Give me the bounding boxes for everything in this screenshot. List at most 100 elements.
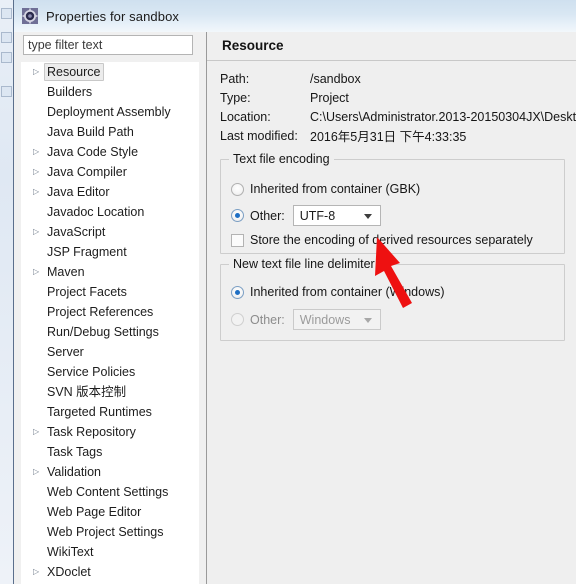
tree-item-label: Resource [44, 63, 104, 81]
tree-item[interactable]: Project References [21, 302, 199, 322]
tree-item[interactable]: Java Build Path [21, 122, 199, 142]
tree-item-label: Service Policies [47, 365, 136, 379]
text-file-encoding-title: Text file encoding [229, 152, 334, 166]
property-row: Location: C:\Users\Administrator.2013-201… [220, 107, 576, 126]
tree-item-label: JSP Fragment [47, 245, 127, 259]
property-key: Type: [220, 90, 251, 105]
expand-arrow-icon[interactable]: ▷ [33, 162, 44, 182]
tree-item[interactable]: Targeted Runtimes [21, 402, 199, 422]
tree-item-label: Project Facets [47, 285, 127, 299]
tree-item[interactable]: WikiText [21, 542, 199, 562]
delimiter-combobox[interactable]: Windows [292, 309, 381, 330]
delimiter-other-radio[interactable] [231, 313, 244, 326]
expand-arrow-icon[interactable]: ▷ [33, 142, 44, 162]
properties-dialog: Properties for sandbox ▷ResourceBuilders… [14, 0, 576, 584]
tree-item-label: Server [47, 345, 84, 359]
background-toolbar-icon-4 [1, 86, 12, 97]
expand-arrow-icon[interactable]: ▷ [33, 182, 44, 202]
tree-item-label: Validation [47, 465, 101, 479]
background-toolbar-icon-1 [1, 8, 12, 19]
tree-item-label: Task Repository [47, 425, 136, 439]
expand-arrow-icon[interactable]: ▷ [33, 222, 44, 242]
tree-item-label: Run/Debug Settings [47, 325, 159, 339]
tree-item-label: Java Code Style [47, 145, 139, 159]
property-value: C:\Users\Administrator.2013-20150304JX\D… [310, 109, 576, 124]
tree-item-label: Javadoc Location [47, 205, 145, 219]
tree-item-label: Web Content Settings [47, 485, 169, 499]
tree-item[interactable]: ▷ Java Editor [21, 182, 199, 202]
settings-tree[interactable]: ▷ Resource Builders Deployment Assembly Java… [21, 62, 199, 584]
background-app-strip [0, 0, 14, 584]
property-key: Path: [220, 71, 250, 86]
property-row: Type: Project [220, 88, 576, 107]
delimiter-other-option[interactable]: Other: Windows [231, 309, 381, 330]
tree-item-label: Builders [47, 85, 93, 99]
tree-item[interactable]: JSP Fragment [21, 242, 199, 262]
tree-item-label: Java Build Path [47, 125, 134, 139]
expand-arrow-icon[interactable]: ▷ [33, 422, 44, 442]
tree-item[interactable]: Builders [21, 82, 199, 102]
store-derived-resources-option[interactable]: Store the encoding of derived resources … [231, 233, 533, 247]
encoding-combobox[interactable]: UTF-8 [292, 205, 381, 226]
dialog-body: ▷ResourceBuildersDeployment AssemblyJava… [14, 32, 576, 584]
filter-input[interactable] [23, 35, 193, 55]
text-file-encoding-group: Text file encoding Inherited from contai… [220, 152, 565, 254]
encoding-combobox-value: UTF-8 [299, 208, 336, 223]
tree-item[interactable]: ▷ Task Repository [21, 422, 199, 442]
tree-item[interactable]: Task Tags [21, 442, 199, 462]
delimiter-inherited-label: Inherited from container (Windows) [250, 285, 445, 299]
tree-item[interactable]: ▷ JavaScript [21, 222, 199, 242]
tree-item-label: Maven [47, 265, 85, 279]
store-derived-resources-label: Store the encoding of derived resources … [250, 233, 533, 247]
tree-item[interactable]: ▷ Java Compiler [21, 162, 199, 182]
tree-item-label: Java Compiler [47, 165, 127, 179]
chevron-down-icon [363, 213, 372, 219]
page-title: Resource [222, 38, 284, 53]
tree-item[interactable]: Web Content Settings [21, 482, 199, 502]
tree-item[interactable]: Web Page Editor [21, 502, 199, 522]
properties-gear-icon [22, 8, 38, 24]
tree-item-label: Web Project Settings [47, 525, 164, 539]
screenshot-root: Properties for sandbox ▷ResourceBuilders… [0, 0, 576, 584]
tree-item[interactable]: Javadoc Location [21, 202, 199, 222]
expand-arrow-icon[interactable]: ▷ [33, 462, 44, 482]
delimiter-inherited-radio[interactable] [231, 285, 244, 299]
tree-item[interactable]: ▷ XDoclet [21, 562, 199, 582]
tree-item[interactable]: Project Facets [21, 282, 199, 302]
delimiter-combobox-value: Windows [299, 312, 351, 327]
tree-item[interactable]: ▷ Validation [21, 462, 199, 482]
tree-item-label: JavaScript [47, 225, 106, 239]
dialog-title: Properties for sandbox [46, 8, 179, 24]
encoding-inherited-option[interactable]: Inherited from container (GBK) [231, 182, 420, 196]
navigation-column: ▷ResourceBuildersDeployment AssemblyJava… [21, 32, 199, 584]
encoding-other-radio[interactable] [231, 209, 244, 222]
delimiter-inherited-option[interactable]: Inherited from container (Windows) [231, 285, 445, 299]
tree-item[interactable]: Web Project Settings [21, 522, 199, 542]
background-toolbar-icon-3 [1, 52, 12, 63]
encoding-other-label: Other: [250, 208, 285, 223]
tree-item[interactable]: Deployment Assembly [21, 102, 199, 122]
tree-item[interactable]: SVN 版本控制 [21, 382, 199, 402]
line-delimiter-title: New text file line delimiter [229, 257, 379, 271]
encoding-inherited-radio[interactable] [231, 182, 244, 196]
tree-item-label: WikiText [47, 545, 94, 559]
background-toolbar-icon-2 [1, 32, 12, 43]
expand-arrow-icon[interactable]: ▷ [33, 262, 44, 282]
expand-arrow-icon[interactable]: ▷ [33, 62, 44, 82]
tree-item[interactable]: ▷ Resource [21, 62, 199, 82]
line-delimiter-group: New text file line delimiter Inherited f… [220, 257, 565, 341]
tree-item[interactable]: ▷ Maven [21, 262, 199, 282]
tree-item[interactable]: Run/Debug Settings [21, 322, 199, 342]
property-value: /sandbox [310, 71, 361, 86]
tree-item[interactable]: Server [21, 342, 199, 362]
tree-item-label: Project References [47, 305, 154, 319]
tree-item[interactable]: ▷ Java Code Style [21, 142, 199, 162]
expand-arrow-icon[interactable]: ▷ [33, 562, 44, 582]
tree-item[interactable]: Service Policies [21, 362, 199, 382]
property-value: Project [310, 90, 349, 105]
tree-item-label: Targeted Runtimes [47, 405, 152, 419]
store-derived-resources-checkbox[interactable] [231, 233, 244, 247]
encoding-other-option[interactable]: Other: UTF-8 [231, 205, 381, 226]
resource-properties-list: Path: /sandbox Type: Project Location: C:\Use… [220, 69, 576, 145]
dialog-titlebar[interactable]: Properties for sandbox [14, 0, 576, 32]
